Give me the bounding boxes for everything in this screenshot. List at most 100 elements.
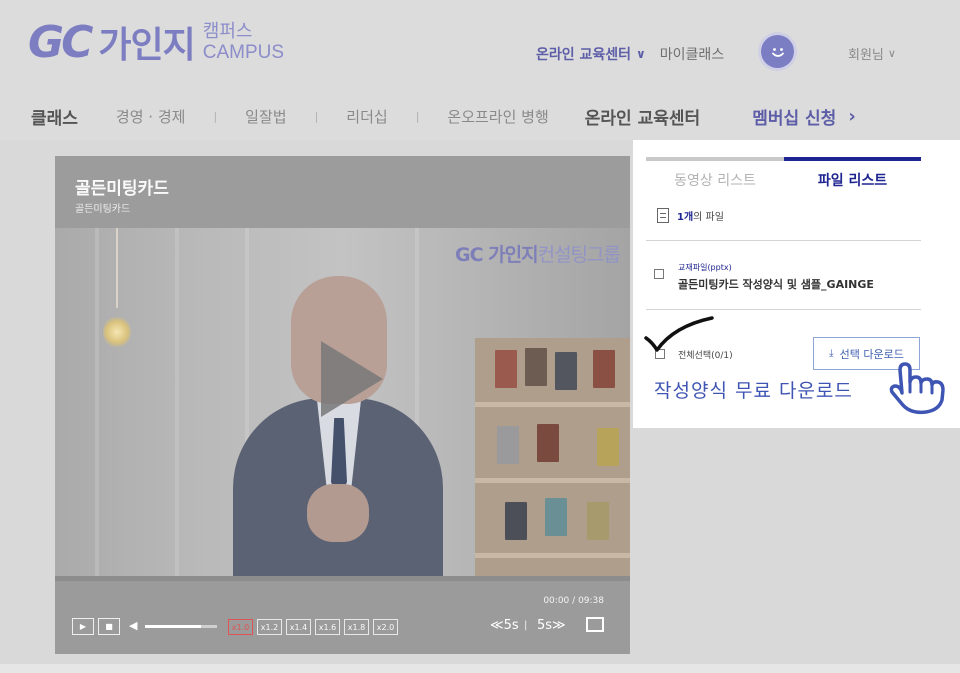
time-current: 00:00 — [543, 596, 570, 606]
file-checkbox[interactable] — [654, 269, 664, 279]
download-icon: ⤓ — [829, 348, 834, 359]
book — [505, 502, 527, 540]
nav-separator: | — [415, 110, 420, 123]
curtain-fold — [175, 228, 179, 576]
presenter-hands — [307, 484, 369, 542]
video-frame[interactable]: GC 가인지컨설팅그룹 — [55, 228, 630, 576]
top-nav: 온라인 교육센터 ∨ 마이클래스 — [536, 44, 724, 64]
nav-classes[interactable]: 클래스 — [31, 104, 78, 129]
chevron-down-icon: ∨ — [636, 47, 646, 61]
watermark-sub: 컨설팅그룹 — [537, 244, 621, 266]
speed-option[interactable]: x1.6 — [315, 619, 340, 635]
file-count: 1개 의 파일 — [657, 208, 724, 223]
nav-separator: | — [213, 110, 218, 123]
book — [497, 426, 519, 464]
skip-separator: | — [524, 620, 528, 631]
book — [495, 350, 517, 388]
edu-center-label: 온라인 교육센터 — [536, 47, 632, 63]
shelf-plank — [475, 478, 630, 483]
logo-sub: 캠퍼스 CAMPUS — [202, 20, 285, 63]
checkmark-annotation — [644, 316, 714, 352]
avatar[interactable] — [761, 35, 794, 68]
nav-item-blended[interactable]: 온오프라인 병행 — [447, 106, 548, 127]
nav-item-work[interactable]: 일잘법 — [245, 106, 286, 127]
time-separator: / — [572, 596, 576, 606]
book — [537, 424, 559, 462]
volume-icon[interactable]: ◀ — [129, 619, 137, 632]
hand-pointer-icon — [889, 362, 945, 415]
progress-bar[interactable] — [55, 576, 630, 581]
chevron-down-icon: ∨ — [887, 47, 896, 60]
volume-slider[interactable] — [145, 625, 217, 628]
watermark-mark: GC 가인지 — [454, 244, 539, 266]
tab-indicator-active — [784, 157, 921, 161]
player-header: 골든미팅카드 골든미팅카드 — [55, 156, 630, 228]
player-controls: 00:00 / 09:38 ▶ ■ ◀ x1.0 x1.2 x1.4 x1.6 … — [55, 576, 630, 654]
footer-strip — [0, 664, 960, 673]
nav-item-management[interactable]: 경영 · 경제 — [116, 106, 186, 127]
bulb-wire — [116, 228, 118, 308]
video-player: 골든미팅카드 골든미팅카드 GC 가인지컨설팅그룹 00:00 / 09:38 … — [55, 156, 630, 654]
shelf-plank — [475, 553, 630, 558]
time-total: 09:38 — [578, 596, 604, 606]
file-name[interactable]: 골든미팅카드 작성양식 및 샘플_GAINGE — [678, 276, 874, 292]
stop-button[interactable]: ■ — [98, 618, 120, 635]
file-count-suffix: 의 파일 — [693, 212, 724, 223]
membership-link[interactable]: 멤버십 신청 › — [752, 104, 856, 129]
book — [597, 428, 619, 466]
play-icon: ▶ — [79, 622, 87, 631]
light-bulb — [103, 316, 131, 348]
file-type: 교재파일(pptx) — [678, 263, 732, 272]
logo-sub-en: CAMPUS — [202, 41, 285, 63]
speed-option[interactable]: x1.4 — [286, 619, 311, 635]
logo-mark: GC — [28, 16, 93, 68]
video-watermark: GC 가인지컨설팅그룹 — [454, 240, 621, 267]
book — [593, 350, 615, 388]
speed-options: x1.0 x1.2 x1.4 x1.6 x1.8 x2.0 — [228, 619, 402, 635]
member-label: 회원님 — [848, 48, 884, 63]
logo[interactable]: GC 가인지 캠퍼스 CAMPUS — [28, 16, 284, 68]
tab-file-list[interactable]: 파일 리스트 — [784, 170, 921, 190]
play-button[interactable]: ▶ — [72, 618, 94, 635]
video-title: 골든미팅카드 — [75, 179, 169, 199]
nav-separator: | — [314, 110, 319, 123]
membership-label: 멤버십 신청 — [752, 109, 837, 129]
speed-option[interactable]: x1.0 — [228, 619, 253, 635]
chevron-right-icon: › — [848, 106, 856, 127]
smile-icon — [771, 47, 784, 57]
speed-option[interactable]: x1.8 — [344, 619, 369, 635]
book — [525, 348, 547, 386]
video-subtitle: 골든미팅카드 — [75, 204, 131, 215]
file-count-number: 1개 — [677, 212, 694, 223]
book — [587, 502, 609, 540]
fullscreen-icon[interactable] — [586, 617, 604, 632]
volume-level — [145, 625, 202, 628]
logo-name: 가인지 — [98, 25, 195, 66]
divider — [646, 309, 921, 310]
skip-back-button[interactable]: ≪5s — [490, 618, 519, 633]
book — [545, 498, 567, 536]
bookshelf — [475, 338, 630, 576]
document-icon — [657, 208, 669, 223]
speed-option[interactable]: x2.0 — [373, 619, 398, 635]
skip-forward-button[interactable]: 5s≫ — [537, 618, 566, 633]
tab-video-list[interactable]: 동영상 리스트 — [646, 170, 784, 190]
nav-item-leadership[interactable]: 리더십 — [346, 106, 387, 127]
main-nav: 클래스 경영 · 경제 | 일잘법 | 리더십 | 온오프라인 병행 온라인 교… — [31, 104, 931, 129]
member-menu[interactable]: 회원님 ∨ — [848, 44, 896, 63]
my-class-link[interactable]: 마이클래스 — [660, 44, 724, 64]
shelf-plank — [475, 402, 630, 407]
edu-center-menu[interactable]: 온라인 교육센터 ∨ — [536, 44, 646, 64]
panel-tabs: 동영상 리스트 파일 리스트 — [646, 157, 921, 190]
divider — [646, 240, 921, 241]
nav-online-center[interactable]: 온라인 교육센터 — [585, 104, 700, 129]
logo-sub-kr: 캠퍼스 — [202, 20, 253, 42]
annotation-text: 작성양식 무료 다운로드 — [654, 380, 853, 402]
play-overlay-icon[interactable] — [321, 341, 383, 417]
time-display: 00:00 / 09:38 — [543, 596, 604, 606]
site-header: GC 가인지 캠퍼스 CAMPUS 온라인 교육센터 ∨ 마이클래스 회원님 ∨… — [0, 0, 960, 140]
curtain-fold — [95, 228, 99, 576]
speed-option[interactable]: x1.2 — [257, 619, 282, 635]
tab-indicator-inactive — [646, 157, 784, 161]
book — [555, 352, 577, 390]
